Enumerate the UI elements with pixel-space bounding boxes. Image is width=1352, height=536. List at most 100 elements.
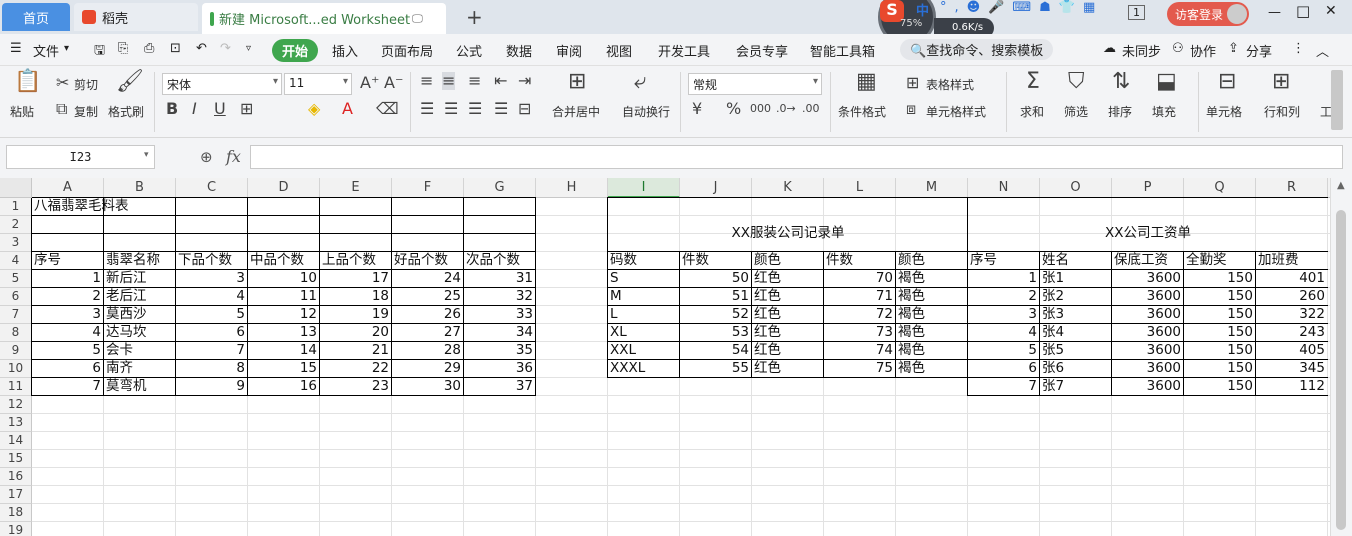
paste-label[interactable]: 粘贴 (10, 103, 34, 120)
column-header-L[interactable]: L (824, 178, 896, 198)
justify-icon[interactable]: ☰ (494, 100, 508, 118)
print-preview-icon[interactable]: ⊡ (170, 41, 181, 56)
table3-cell[interactable]: 张4 (1040, 324, 1111, 342)
wrap-text-label[interactable]: 自动换行 (622, 103, 670, 120)
search-command-box[interactable]: 🔍查找命令、搜索模板 (900, 39, 1054, 60)
menu-file[interactable]: 文件 (33, 41, 59, 60)
table1-cell[interactable]: 达马坎 (104, 324, 175, 342)
table2-cell[interactable]: 55 (680, 360, 751, 378)
table2-cell[interactable]: 红色 (752, 360, 823, 378)
table2-cell[interactable]: 72 (824, 306, 895, 324)
column-header-Q[interactable]: Q (1184, 178, 1256, 198)
table3-header[interactable]: 加班费 (1256, 252, 1327, 270)
thousands-icon[interactable]: 000 (750, 100, 771, 118)
table-style-icon[interactable]: ⊞ (906, 74, 919, 92)
save-icon[interactable]: 🖫 (94, 41, 105, 63)
row-header-8[interactable]: 8 (0, 324, 32, 342)
column-header-R[interactable]: R (1256, 178, 1328, 198)
table3-cell[interactable]: 1 (968, 270, 1039, 288)
table2-cell[interactable]: 50 (680, 270, 751, 288)
row-header-15[interactable]: 15 (0, 450, 32, 468)
table1-cell[interactable]: 5 (176, 306, 247, 324)
table1-cell[interactable]: 7 (32, 378, 103, 396)
table1-header[interactable]: 好品个数 (392, 252, 463, 270)
quick-access-more-icon[interactable]: ▿ (246, 43, 251, 54)
table2-cell[interactable]: 71 (824, 288, 895, 306)
cut-icon[interactable]: ✂ (56, 74, 69, 92)
select-all-corner[interactable] (0, 178, 32, 198)
row-header-16[interactable]: 16 (0, 468, 32, 486)
table1-cell[interactable]: 28 (392, 342, 463, 360)
table1-cell[interactable]: 34 (464, 324, 535, 342)
guest-login-button[interactable]: 访客登录 (1167, 2, 1249, 26)
border-icon[interactable]: ⊞ (240, 100, 253, 118)
table3-cell[interactable]: 张2 (1040, 288, 1111, 306)
increase-decimal-icon[interactable]: .0→ (776, 100, 796, 118)
table2-cell[interactable]: 褐色 (896, 324, 967, 342)
row-header-18[interactable]: 18 (0, 504, 32, 522)
table3-cell[interactable]: 3600 (1112, 378, 1183, 396)
table1-cell[interactable]: 4 (32, 324, 103, 342)
column-header-P[interactable]: P (1112, 178, 1184, 198)
filter-icon[interactable]: ⛉ (1068, 70, 1085, 94)
menu-dev-tools[interactable]: 开发工具 (658, 41, 710, 60)
table3-cell[interactable]: 405 (1256, 342, 1327, 360)
decrease-font-icon[interactable]: A⁻ (384, 74, 403, 92)
indent-decrease-icon[interactable]: ⇤ (494, 72, 507, 90)
sort-icon[interactable]: ⇅ (1112, 70, 1130, 94)
table3-cell[interactable]: 150 (1184, 270, 1255, 288)
table2-cell[interactable]: L (608, 306, 679, 324)
table1-cell[interactable]: 莫弯机 (104, 378, 175, 396)
table3-cell[interactable]: 150 (1184, 306, 1255, 324)
table1-cell[interactable]: 25 (392, 288, 463, 306)
table1-cell[interactable]: 20 (320, 324, 391, 342)
row-header-14[interactable]: 14 (0, 432, 32, 450)
table1-cell[interactable]: 35 (464, 342, 535, 360)
merge-center-label[interactable]: 合并居中 (552, 103, 600, 120)
cells-icon[interactable]: ⊟ (1218, 70, 1236, 94)
menu-start[interactable]: 开始 (272, 39, 319, 62)
table1-cell[interactable]: 9 (176, 378, 247, 396)
row-header-3[interactable]: 3 (0, 234, 32, 252)
table3-cell[interactable]: 4 (968, 324, 1039, 342)
table1-cell[interactable]: 22 (320, 360, 391, 378)
table2-cell[interactable]: 红色 (752, 288, 823, 306)
table3-cell[interactable]: 260 (1256, 288, 1327, 306)
menu-page-layout[interactable]: 页面布局 (381, 41, 433, 60)
column-header-N[interactable]: N (968, 178, 1040, 198)
underline-icon[interactable]: U (214, 100, 226, 118)
worksheet-grid[interactable]: ABCDEFGHIJKLMNOPQR 1 2 3 4 5 6 7 8 9 10 11 12 13 14 15… (0, 178, 1330, 536)
conditional-format-icon[interactable]: ▦ (856, 70, 877, 94)
table2-cell[interactable]: 褐色 (896, 288, 967, 306)
name-box[interactable]: I23 (6, 145, 155, 169)
column-header-A[interactable]: A (32, 178, 104, 198)
table1-cell[interactable]: 13 (248, 324, 319, 342)
table2-cell[interactable]: 75 (824, 360, 895, 378)
table3-cell[interactable]: 张3 (1040, 306, 1111, 324)
table3-title[interactable]: XX公司工资单 (968, 225, 1328, 243)
table3-cell[interactable]: 3600 (1112, 270, 1183, 288)
table1-cell[interactable]: 1 (32, 270, 103, 288)
cloud-sync-icon[interactable]: ☁ (1103, 41, 1116, 56)
cell-style-icon[interactable]: ⧈ (906, 100, 916, 118)
row-header-10[interactable]: 10 (0, 360, 32, 378)
table1-cell[interactable]: 南齐 (104, 360, 175, 378)
row-header-9[interactable]: 9 (0, 342, 32, 360)
font-size-select[interactable]: 11 (284, 73, 352, 95)
table1-title[interactable]: 八福翡翠毛料表 (32, 198, 129, 216)
column-header-G[interactable]: G (464, 178, 536, 198)
table3-cell[interactable]: 5 (968, 342, 1039, 360)
table1-cell[interactable]: 8 (176, 360, 247, 378)
table1-cell[interactable]: 23 (320, 378, 391, 396)
ime-chinese[interactable]: 中 (916, 0, 929, 19)
table-style-label[interactable]: 表格样式 (926, 76, 974, 93)
table1-header[interactable]: 中品个数 (248, 252, 319, 270)
cells-label[interactable]: 单元格 (1206, 103, 1242, 120)
row-header-13[interactable]: 13 (0, 414, 32, 432)
table2-cell[interactable]: XXXL (608, 360, 679, 378)
minimize-button[interactable]: — (1268, 5, 1281, 20)
row-header-1[interactable]: 1 (0, 198, 32, 216)
vertical-scrollbar[interactable]: ▲ (1330, 178, 1352, 536)
conditional-format-label[interactable]: 条件格式 (838, 103, 886, 120)
table1-cell[interactable]: 21 (320, 342, 391, 360)
